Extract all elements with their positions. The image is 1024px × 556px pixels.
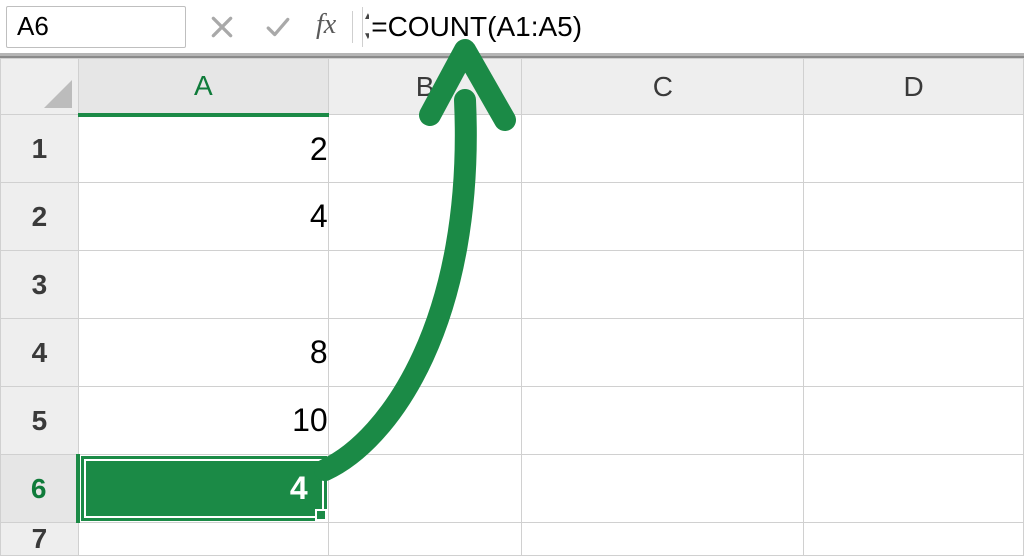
cancel-button[interactable]: [202, 7, 242, 47]
table-row: 5 10: [1, 387, 1024, 455]
table-row: 6 4: [1, 455, 1024, 523]
cell-C3[interactable]: [522, 251, 804, 319]
check-icon: [265, 14, 291, 40]
divider: [352, 11, 353, 43]
row-header-5[interactable]: 5: [1, 387, 79, 455]
row-header-4[interactable]: 4: [1, 319, 79, 387]
cell-A5[interactable]: 10: [78, 387, 328, 455]
cell-D6[interactable]: [804, 455, 1024, 523]
cell-B7[interactable]: [328, 523, 522, 556]
name-box-input[interactable]: [7, 11, 362, 42]
row-header-7[interactable]: 7: [1, 523, 79, 556]
cell-B6[interactable]: [328, 455, 522, 523]
cell-D7[interactable]: [804, 523, 1024, 556]
row-header-2[interactable]: 2: [1, 183, 79, 251]
table-row: 7: [1, 523, 1024, 556]
column-header-A[interactable]: A: [78, 59, 328, 115]
cell-A2[interactable]: 4: [78, 183, 328, 251]
corner-triangle-icon: [44, 80, 72, 108]
cell-D3[interactable]: [804, 251, 1024, 319]
cell-C1[interactable]: [522, 115, 804, 183]
formula-bar: ▲ ▼ fx: [0, 0, 1024, 56]
cell-A7[interactable]: [78, 523, 328, 556]
cell-A1[interactable]: 2: [78, 115, 328, 183]
cell-C7[interactable]: [522, 523, 804, 556]
cell-B2[interactable]: [328, 183, 522, 251]
table-row: 3: [1, 251, 1024, 319]
column-headers: A B C D: [1, 59, 1024, 115]
cell-C4[interactable]: [522, 319, 804, 387]
column-header-C[interactable]: C: [522, 59, 804, 115]
table-row: 4 8: [1, 319, 1024, 387]
cell-A4[interactable]: 8: [78, 319, 328, 387]
selected-cell-value: 4: [290, 470, 308, 507]
cell-B5[interactable]: [328, 387, 522, 455]
cell-C5[interactable]: [522, 387, 804, 455]
cell-A3[interactable]: [78, 251, 328, 319]
confirm-button[interactable]: [258, 7, 298, 47]
row-header-6[interactable]: 6: [1, 455, 79, 523]
cell-D4[interactable]: [804, 319, 1024, 387]
cell-C6[interactable]: [522, 455, 804, 523]
fill-handle[interactable]: [315, 509, 327, 521]
spreadsheet-grid: A B C D 1 2 2 4 3 4 8: [0, 56, 1024, 556]
formula-input[interactable]: [369, 10, 1018, 44]
close-icon: [209, 14, 235, 40]
select-all-corner[interactable]: [1, 59, 79, 115]
cell-B3[interactable]: [328, 251, 522, 319]
table-row: 2 4: [1, 183, 1024, 251]
selected-cell[interactable]: 4: [84, 459, 323, 518]
row-header-3[interactable]: 3: [1, 251, 79, 319]
cell-B4[interactable]: [328, 319, 522, 387]
table-row: 1 2: [1, 115, 1024, 183]
column-header-D[interactable]: D: [804, 59, 1024, 115]
cell-D5[interactable]: [804, 387, 1024, 455]
cell-D1[interactable]: [804, 115, 1024, 183]
fx-label[interactable]: fx: [316, 9, 336, 41]
cell-A6[interactable]: 4: [78, 455, 328, 523]
column-header-B[interactable]: B: [328, 59, 522, 115]
row-header-1[interactable]: 1: [1, 115, 79, 183]
cell-B1[interactable]: [328, 115, 522, 183]
cell-C2[interactable]: [522, 183, 804, 251]
cell-D2[interactable]: [804, 183, 1024, 251]
name-box[interactable]: ▲ ▼: [6, 6, 186, 48]
